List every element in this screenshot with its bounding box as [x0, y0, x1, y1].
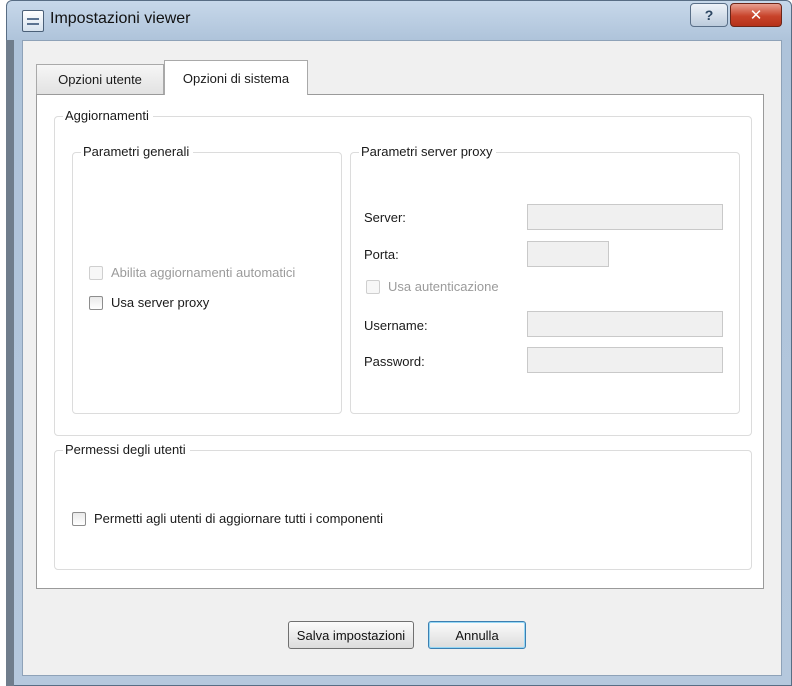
tab-opzioni-di-sistema[interactable]: Opzioni di sistema [164, 60, 308, 95]
use-auth-checkbox[interactable] [366, 280, 380, 294]
group-title-parametri-generali: Parametri generali [81, 144, 194, 159]
tab-label: Opzioni utente [58, 72, 142, 87]
window-left-edge [6, 40, 14, 686]
tab-label: Opzioni di sistema [182, 70, 290, 86]
group-permessi-degli-utenti: Permessi degli utenti [54, 442, 752, 570]
port-input[interactable] [527, 241, 609, 267]
help-icon: ? [704, 7, 714, 23]
password-input[interactable] [527, 347, 723, 373]
password-label: Password: [364, 354, 425, 369]
auto-updates-checkbox[interactable] [89, 266, 103, 280]
username-input[interactable] [527, 311, 723, 337]
group-title-permessi-degli-utenti: Permessi degli utenti [63, 442, 190, 457]
cancel-button[interactable]: Annulla [428, 621, 526, 649]
use-proxy-checkbox[interactable] [89, 296, 103, 310]
port-label: Porta: [364, 247, 399, 262]
use-proxy-label: Usa server proxy [111, 295, 210, 310]
help-button[interactable]: ? [690, 3, 728, 27]
username-label: Username: [364, 318, 428, 333]
close-icon: ✕ [749, 7, 763, 24]
tab-opzioni-utente[interactable]: Opzioni utente [36, 64, 164, 94]
group-title-parametri-server-proxy: Parametri server proxy [359, 144, 497, 159]
window-title: Impostazioni viewer [50, 10, 191, 27]
group-title-aggiornamenti: Aggiornamenti [63, 108, 153, 123]
allow-update-all-checkbox[interactable] [72, 512, 86, 526]
allow-update-all-label: Permetti agli utenti di aggiornare tutti… [94, 511, 384, 526]
auto-updates-label: Abilita aggiornamenti automatici [111, 265, 296, 280]
save-settings-button[interactable]: Salva impostazioni [288, 621, 414, 649]
server-input[interactable] [527, 204, 723, 230]
close-button[interactable]: ✕ [730, 3, 782, 27]
use-auth-label: Usa autenticazione [388, 279, 499, 294]
settings-document-icon [22, 10, 44, 32]
cancel-label: Annulla [455, 627, 499, 643]
server-label: Server: [364, 210, 406, 225]
save-settings-label: Salva impostazioni [296, 627, 406, 643]
group-parametri-generali: Parametri generali [72, 144, 342, 414]
